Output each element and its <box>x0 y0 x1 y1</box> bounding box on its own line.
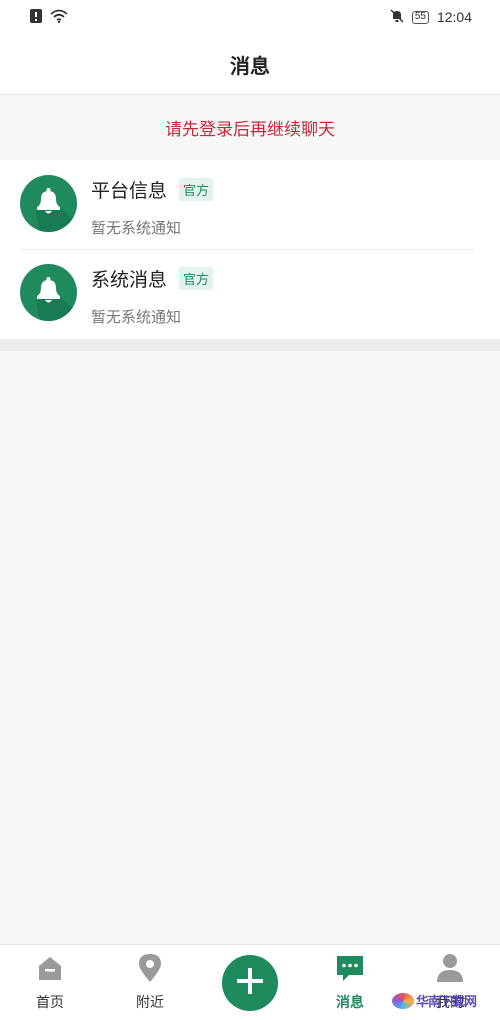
login-banner[interactable]: 请先登录后再继续聊天 <box>0 96 500 158</box>
official-badge: 官方 <box>179 267 214 290</box>
battery-level: 55 <box>414 11 426 22</box>
bell-icon <box>20 264 77 321</box>
battery-icon: 55 <box>411 10 429 24</box>
tab-label: 消息 <box>336 995 364 1011</box>
login-prompt-text[interactable]: 请先登录后再继续聊天 <box>165 115 335 140</box>
page-header: 消息 <box>0 34 500 95</box>
home-icon <box>36 953 64 983</box>
list-item[interactable]: 系统消息 官方 暂无系统通知 <box>0 249 500 338</box>
tab-label: 首页 <box>36 995 64 1011</box>
alert-icon <box>30 8 42 27</box>
message-title: 平台信息 <box>91 180 168 202</box>
add-button[interactable] <box>222 955 278 1011</box>
wifi-icon <box>50 8 68 27</box>
bottom-tab-bar: 首页 附近 消息 我的 华南下载网 <box>0 944 500 1020</box>
person-icon <box>436 953 464 983</box>
watermark-logo-icon <box>391 992 414 1009</box>
message-list: 平台信息 官方 暂无系统通知 系统消息 官方 暂无系统通知 <box>0 160 500 339</box>
page-title: 消息 <box>230 53 270 78</box>
mute-bell-icon <box>390 8 404 27</box>
clock: 12:04 <box>436 9 472 25</box>
status-bar: 55 12:04 <box>0 0 500 34</box>
message-title: 系统消息 <box>91 269 168 291</box>
message-subtitle: 暂无系统通知 <box>91 219 182 237</box>
tab-nearby[interactable]: 附近 <box>110 953 190 1012</box>
bell-icon <box>20 175 77 232</box>
plus-icon <box>235 966 265 1000</box>
watermark: 华南下载网 <box>391 991 477 1010</box>
chat-icon <box>335 953 365 983</box>
watermark-text: 华南下载网 <box>415 995 477 1010</box>
tab-messages[interactable]: 消息 <box>310 953 390 1012</box>
list-item[interactable]: 平台信息 官方 暂无系统通知 <box>0 160 500 249</box>
official-badge: 官方 <box>179 178 214 201</box>
tab-label: 附近 <box>136 995 164 1011</box>
location-pin-icon <box>137 953 163 983</box>
tab-home[interactable]: 首页 <box>10 953 90 1012</box>
section-divider <box>0 339 500 351</box>
message-subtitle: 暂无系统通知 <box>91 308 182 326</box>
